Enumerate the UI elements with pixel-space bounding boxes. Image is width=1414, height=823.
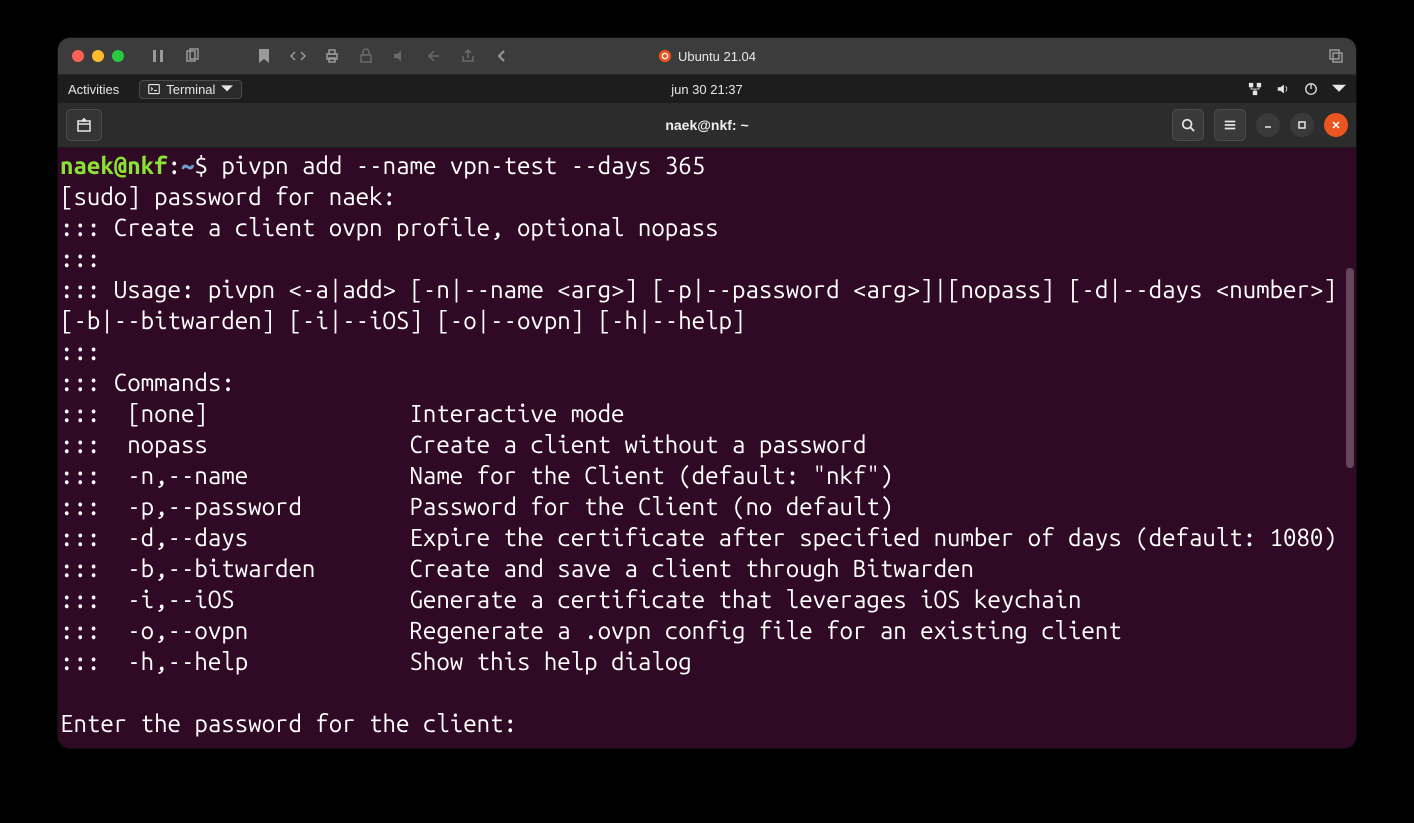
hamburger-icon: [1223, 118, 1237, 132]
window-controls: [1172, 109, 1348, 141]
clipboard-icon[interactable]: [184, 48, 200, 64]
traffic-lights: [72, 50, 124, 62]
close-button[interactable]: [72, 50, 84, 62]
prompt-host: nkf: [127, 152, 167, 179]
prompt-user: naek: [60, 152, 114, 179]
gnome-topbar: Activities Terminal jun 30 21:37: [58, 75, 1356, 103]
hamburger-button[interactable]: [1214, 109, 1246, 141]
prompt-dollar: $: [194, 152, 221, 179]
power-icon: [1304, 82, 1318, 96]
window-maximize-button[interactable]: [1290, 113, 1314, 137]
system-tray[interactable]: [1248, 82, 1346, 96]
prompt-colon: :: [168, 152, 181, 179]
expand-icon: [1328, 48, 1344, 64]
window-minimize-button[interactable]: [1256, 113, 1280, 137]
terminal-body: [sudo] password for naek: ::: Create a c…: [60, 183, 1350, 737]
close-icon: [1331, 120, 1341, 130]
share-icon[interactable]: [460, 48, 476, 64]
ubuntu-icon: [658, 49, 672, 63]
volume-icon: [1276, 82, 1290, 96]
clock[interactable]: jun 30 21:37: [58, 82, 1356, 97]
chevron-down-icon: [1332, 82, 1346, 96]
maximize-icon: [1297, 120, 1307, 130]
mac-titlebar: Ubuntu 21.04: [58, 38, 1356, 75]
chevron-left-icon[interactable]: [494, 48, 510, 64]
prompt-path: ~: [181, 152, 194, 179]
network-icon: [1248, 82, 1262, 96]
terminal-output[interactable]: naek@nkf:~$ pivpn add --name vpn-test --…: [58, 148, 1356, 748]
window-title: naek@nkf: ~: [58, 117, 1356, 133]
pause-icon[interactable]: [150, 48, 166, 64]
prompt-at: @: [114, 152, 127, 179]
fullscreen-button[interactable]: [112, 50, 124, 62]
back-icon[interactable]: [426, 48, 442, 64]
minimize-icon: [1263, 120, 1273, 130]
window-close-button[interactable]: [1324, 113, 1348, 137]
code-icon[interactable]: [290, 48, 306, 64]
bookmark-icon[interactable]: [256, 48, 272, 64]
print-icon[interactable]: [324, 48, 340, 64]
window: Ubuntu 21.04 Activities Terminal jun 30 …: [58, 38, 1356, 748]
mac-toolbar: [150, 48, 510, 64]
gnome-header: naek@nkf: ~: [58, 103, 1356, 148]
command-text: pivpn add --name vpn-test --days 365: [221, 152, 705, 179]
minimize-button[interactable]: [92, 50, 104, 62]
lock-icon[interactable]: [358, 48, 374, 64]
search-button[interactable]: [1172, 109, 1204, 141]
sound-icon[interactable]: [392, 48, 408, 64]
scrollbar[interactable]: [1346, 268, 1354, 468]
search-icon: [1181, 118, 1195, 132]
mac-titlebar-right[interactable]: [1328, 48, 1344, 64]
mac-title-text: Ubuntu 21.04: [678, 49, 756, 64]
